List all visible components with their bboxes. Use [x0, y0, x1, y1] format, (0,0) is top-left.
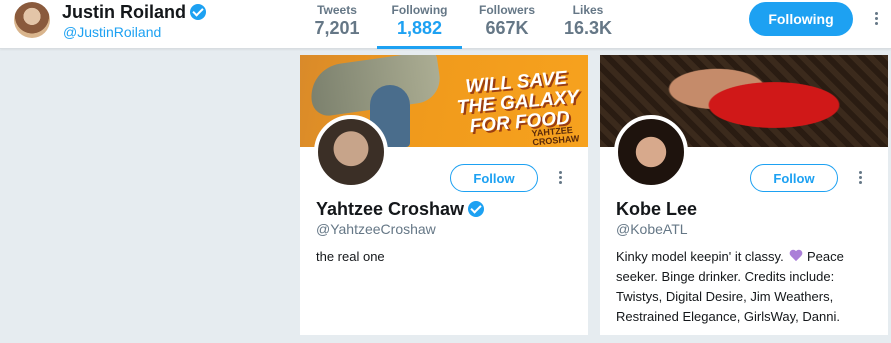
banner-subtitle: YAHTZEE CROSHAW [531, 124, 580, 147]
banner-photo [660, 65, 850, 145]
user-card-kobe[interactable]: Follow Kobe Lee @KobeATL Kinky model kee… [600, 55, 888, 335]
user-actions-icon[interactable] [857, 171, 863, 186]
stat-tweets[interactable]: Tweets 7,201 [313, 3, 361, 39]
profile-handle[interactable]: @JustinRoiland [63, 24, 161, 40]
more-options-icon[interactable] [873, 12, 879, 27]
stat-followers[interactable]: Followers 667K [478, 3, 536, 39]
verified-badge-icon [468, 201, 485, 217]
profile-name-text: Justin Roiland [62, 2, 187, 22]
stat-value: 7,201 [314, 18, 360, 38]
user-name-text: Yahtzee Croshaw [316, 199, 465, 219]
user-bio-part1: Kinky model keepin' it classy. [616, 249, 784, 264]
profile-avatar[interactable] [14, 2, 50, 38]
verified-badge-icon [190, 4, 207, 20]
stat-value: 1,882 [396, 18, 443, 38]
stat-label: Tweets [317, 3, 357, 17]
stat-label: Following [391, 3, 448, 17]
follow-button[interactable]: Follow [750, 164, 838, 192]
user-avatar[interactable] [314, 115, 388, 189]
user-name-text: Kobe Lee [616, 199, 698, 219]
stat-value: 667K [485, 18, 529, 38]
stat-label: Likes [572, 3, 604, 17]
stat-following[interactable]: Following 1,882 [377, 3, 462, 49]
profile-name[interactable]: Justin Roiland [62, 2, 207, 23]
user-actions-icon[interactable] [557, 171, 563, 186]
user-bio: Kinky model keepin' it classy. Peace see… [616, 247, 880, 327]
purple-heart-icon [789, 250, 803, 262]
user-avatar[interactable] [614, 115, 688, 189]
user-card-yahtzee[interactable]: WILL SAVE THE GALAXY FOR FOOD YAHTZEE CR… [300, 55, 588, 335]
stat-value: 16.3K [563, 18, 613, 38]
stat-label: Followers [478, 3, 535, 17]
user-name[interactable]: Yahtzee Croshaw [316, 199, 485, 220]
user-handle[interactable]: @YahtzeeCroshaw [316, 221, 436, 237]
stat-likes[interactable]: Likes 16.3K [563, 3, 613, 39]
following-button[interactable]: Following [749, 2, 853, 36]
user-bio: the real one [316, 249, 385, 264]
follow-button[interactable]: Follow [450, 164, 538, 192]
user-name[interactable]: Kobe Lee [616, 199, 697, 220]
profile-nav-bar: Justin Roiland @JustinRoiland Tweets 7,2… [0, 0, 891, 49]
user-handle[interactable]: @KobeATL [616, 221, 688, 237]
